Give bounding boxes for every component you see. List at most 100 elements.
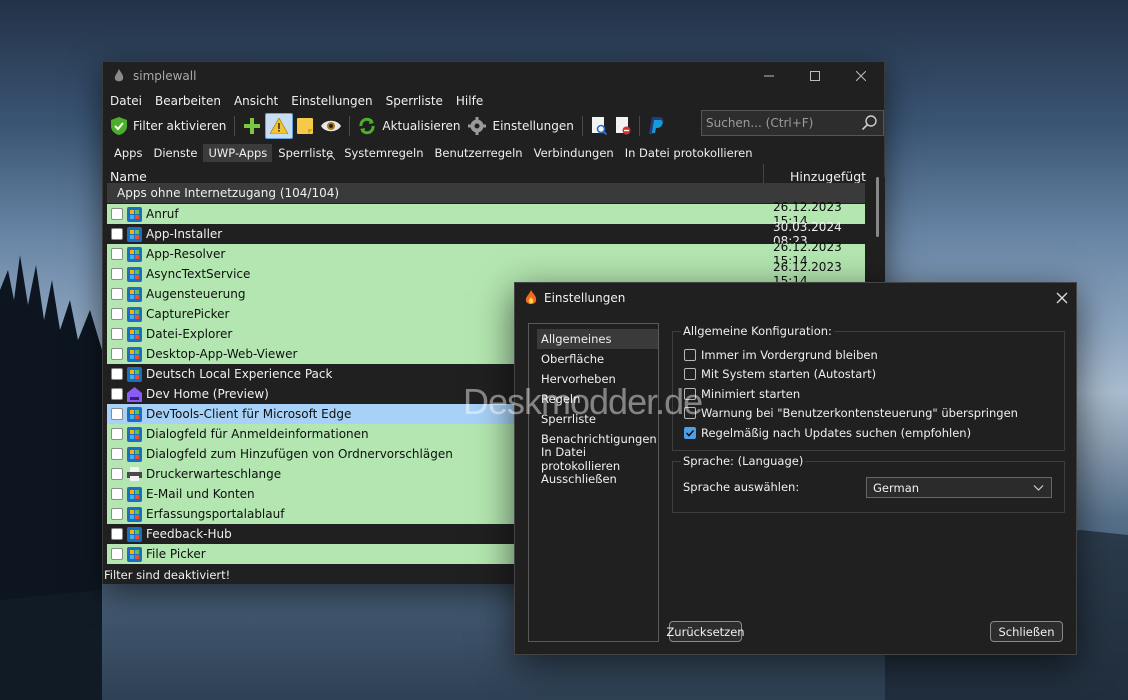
toolbar-separator — [349, 116, 351, 136]
option-skip-uac-warning[interactable]: Warnung bei "Benutzerkontensteuerung" üb… — [684, 406, 1018, 420]
dialog-close-icon[interactable] — [1056, 289, 1068, 308]
document-search-icon — [591, 117, 607, 135]
row-checkbox[interactable] — [111, 488, 123, 500]
checkbox[interactable] — [684, 368, 696, 380]
menu-sperrliste[interactable]: Sperrliste — [385, 94, 450, 108]
row-name: File Picker — [146, 547, 206, 561]
nav-in-datei-protokollieren[interactable]: In Datei protokollieren — [537, 445, 658, 473]
uwp-app-icon — [127, 206, 142, 222]
menu-hilfe[interactable]: Hilfe — [455, 94, 490, 108]
column-name[interactable]: Name — [103, 169, 763, 184]
tab-uwp-apps[interactable]: UWP-Apps — [203, 144, 273, 162]
table-row[interactable]: App-Installer 30.03.2024 08:23 — [107, 220, 865, 248]
uwp-app-icon — [127, 266, 142, 282]
visibility-button[interactable] — [317, 113, 345, 139]
gear-icon — [468, 117, 487, 135]
language-select[interactable]: German — [866, 477, 1052, 498]
row-name: Augensteuerung — [146, 287, 246, 301]
row-checkbox[interactable] — [111, 268, 123, 280]
minimize-button[interactable] — [746, 62, 792, 90]
language-group-title: Sprache: (Language) — [681, 454, 806, 468]
maximize-button[interactable] — [792, 62, 838, 90]
row-checkbox[interactable] — [111, 208, 123, 220]
paypal-icon — [648, 117, 664, 134]
option-label: Minimiert starten — [701, 387, 801, 401]
row-checkbox[interactable] — [111, 508, 123, 520]
menu-ansicht[interactable]: Ansicht — [233, 94, 285, 108]
tab-systemregeln[interactable]: Systemregeln — [339, 144, 428, 162]
menu-einstellungen[interactable]: Einstellungen — [290, 94, 379, 108]
row-checkbox[interactable] — [111, 448, 123, 460]
table-row[interactable]: AsyncTextService 26.12.2023 15:14 — [107, 260, 865, 288]
row-checkbox[interactable] — [111, 428, 123, 440]
checkbox-checked[interactable] — [684, 427, 696, 439]
checkbox[interactable] — [684, 349, 696, 361]
row-checkbox[interactable] — [111, 348, 123, 360]
search-placeholder: Suchen... (Ctrl+F) — [706, 116, 814, 130]
row-checkbox[interactable] — [111, 308, 123, 320]
refresh-button[interactable]: Aktualisieren — [354, 113, 464, 139]
printer-icon — [127, 466, 142, 482]
tab-apps[interactable]: Apps — [109, 144, 147, 162]
option-check-updates[interactable]: Regelmäßig nach Updates suchen (empfohle… — [684, 426, 971, 440]
flame-app-icon — [114, 69, 124, 82]
close-button[interactable] — [838, 62, 884, 90]
clear-log-button[interactable] — [611, 113, 635, 139]
scrollbar-thumb[interactable] — [876, 177, 879, 237]
row-checkbox[interactable] — [111, 388, 123, 400]
log-viewer-button[interactable] — [587, 113, 611, 139]
close-dialog-button[interactable]: Schließen — [990, 621, 1063, 642]
donate-button[interactable] — [644, 113, 668, 139]
search-icon[interactable] — [861, 114, 879, 132]
row-name: Feedback-Hub — [146, 527, 232, 541]
tab-verbindungen[interactable]: Verbindungen — [529, 144, 619, 162]
settings-button[interactable]: Einstellungen — [464, 113, 577, 139]
row-name: E-Mail und Konten — [146, 487, 255, 501]
tab-benutzerregeln[interactable]: Benutzerregeln — [430, 144, 528, 162]
nav-oberflaeche[interactable]: Oberfläche — [537, 349, 658, 369]
shield-check-icon — [111, 117, 127, 135]
add-rule-button[interactable] — [239, 113, 265, 139]
group-header[interactable]: Apps ohne Internetzugang (104/104) — [107, 183, 865, 203]
nav-allgemeines[interactable]: Allgemeines — [537, 329, 658, 349]
row-checkbox[interactable] — [111, 528, 123, 540]
general-config-group: Allgemeine Konfiguration: Immer im Vorde… — [672, 324, 1065, 451]
row-checkbox[interactable] — [111, 328, 123, 340]
row-checkbox[interactable] — [111, 248, 123, 260]
toolbar-separator — [638, 116, 640, 136]
row-checkbox[interactable] — [111, 368, 123, 380]
watermark-text: Deskmodder.de — [463, 381, 703, 422]
row-checkbox[interactable] — [111, 288, 123, 300]
row-checkbox[interactable] — [111, 408, 123, 420]
uwp-app-icon — [127, 506, 142, 522]
menu-datei[interactable]: Datei — [109, 94, 149, 108]
chevron-down-icon — [1033, 485, 1044, 491]
option-always-on-top[interactable]: Immer im Vordergrund bleiben — [684, 348, 878, 362]
row-name: Druckerwarteschlange — [146, 467, 282, 481]
row-name: App-Installer — [146, 227, 223, 241]
table-row[interactable]: Anruf 26.12.2023 15:14 — [107, 200, 865, 228]
row-checkbox[interactable] — [111, 548, 123, 560]
search-input[interactable]: Suchen... (Ctrl+F) — [701, 110, 884, 136]
refresh-label: Aktualisieren — [382, 119, 461, 133]
enable-filter-button[interactable]: Filter aktivieren — [107, 113, 230, 139]
table-row[interactable]: App-Resolver 26.12.2023 15:14 — [107, 240, 865, 268]
row-checkbox[interactable] — [111, 228, 123, 240]
settings-dialog: Einstellungen Allgemeines Oberfläche Her… — [514, 282, 1077, 655]
menu-bar: Datei Bearbeiten Ansicht Einstellungen S… — [103, 90, 884, 112]
tab-dienste[interactable]: Dienste — [148, 144, 202, 162]
notes-button[interactable] — [293, 113, 317, 139]
dialog-title-bar: Einstellungen — [515, 283, 1076, 313]
uwp-app-icon — [127, 306, 142, 322]
uwp-app-icon — [127, 286, 142, 302]
warning-toggle-button[interactable] — [265, 113, 294, 139]
option-autostart[interactable]: Mit System starten (Autostart) — [684, 367, 876, 381]
menu-bearbeiten[interactable]: Bearbeiten — [154, 94, 228, 108]
reset-button[interactable]: Zurücksetzen — [666, 621, 745, 642]
uwp-app-icon — [127, 406, 142, 422]
row-name: Dialogfeld für Anmeldeinformationen — [146, 427, 369, 441]
option-label: Warnung bei "Benutzerkontensteuerung" üb… — [701, 406, 1018, 420]
uwp-app-icon — [127, 326, 142, 342]
tab-in-datei-protokollieren[interactable]: In Datei protokollieren — [620, 144, 758, 162]
row-checkbox[interactable] — [111, 468, 123, 480]
